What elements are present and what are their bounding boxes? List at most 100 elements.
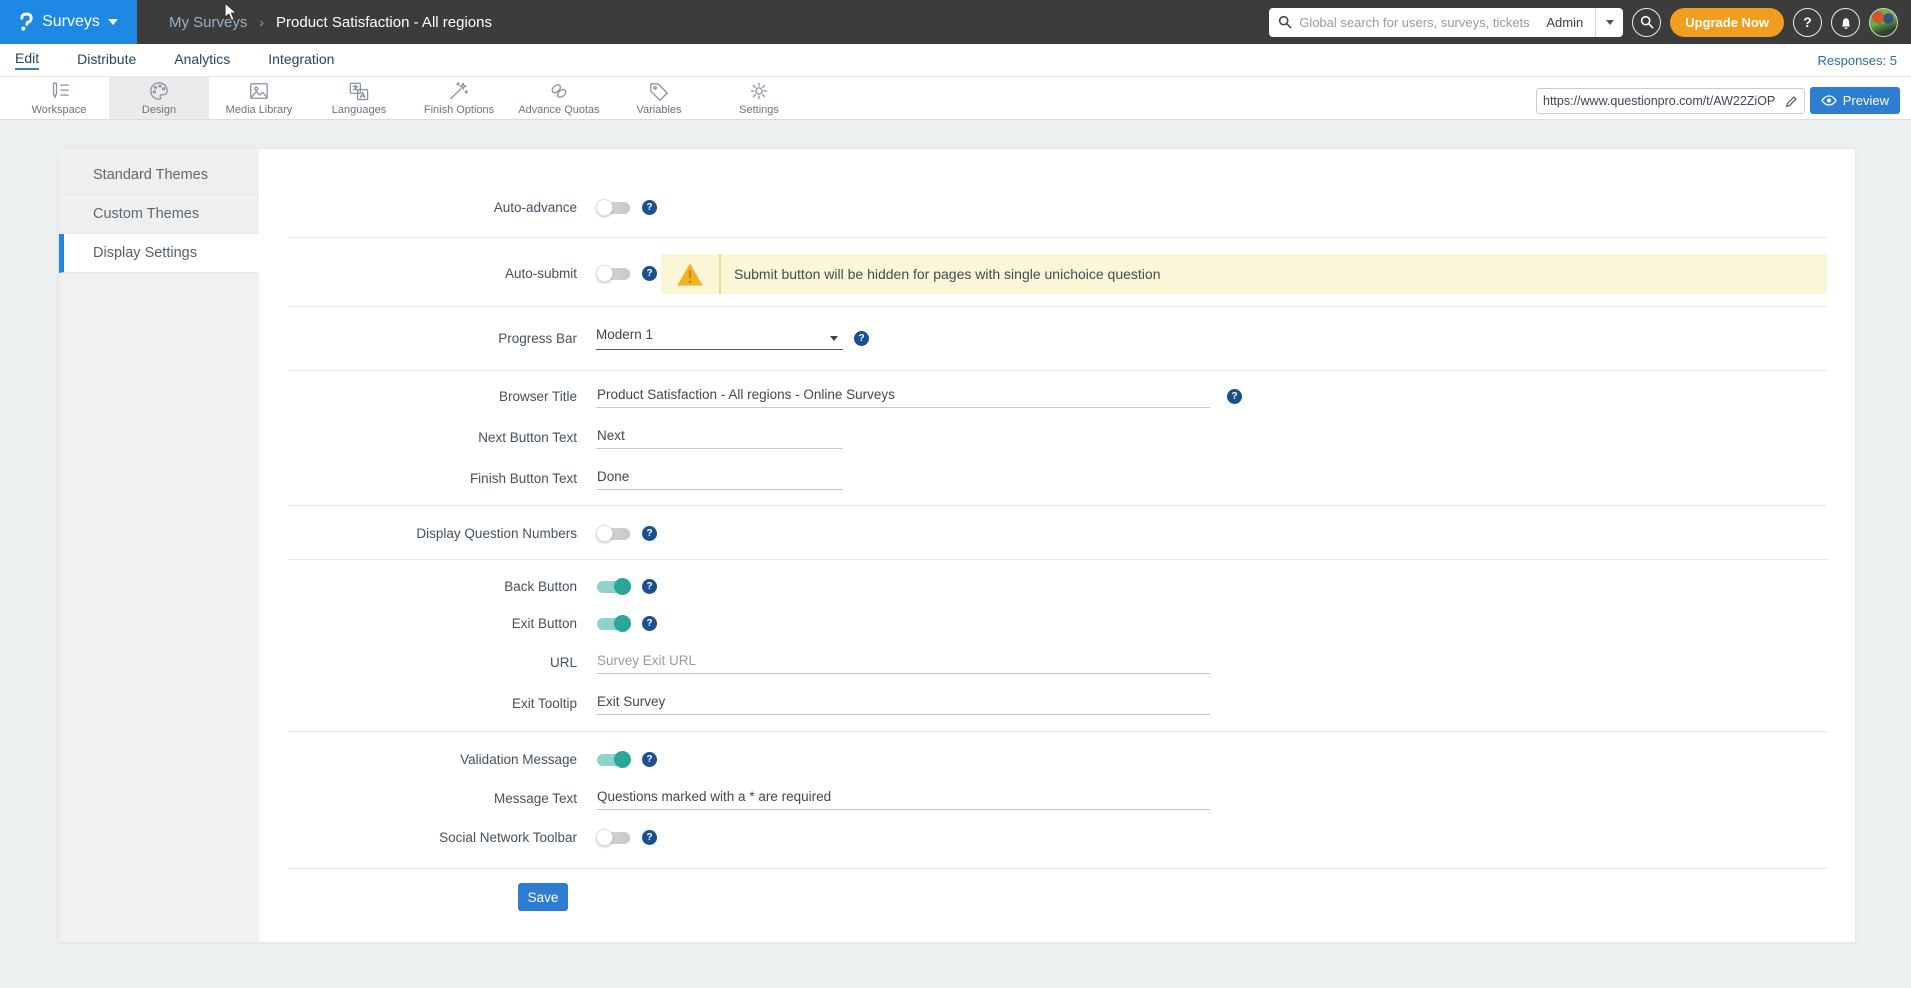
upgrade-now-button[interactable]: Upgrade Now bbox=[1670, 8, 1784, 37]
search-scope-label[interactable]: Admin bbox=[1540, 15, 1595, 30]
section-divider bbox=[288, 731, 1827, 732]
sidebar-item-display-settings[interactable]: Display Settings bbox=[59, 234, 259, 273]
search-scope-dropdown[interactable] bbox=[1595, 8, 1623, 37]
edit-pencil-icon[interactable] bbox=[1785, 95, 1798, 108]
save-button[interactable]: Save bbox=[518, 883, 568, 911]
tab-analytics[interactable]: Analytics bbox=[174, 51, 230, 69]
field-label: Progress Bar bbox=[259, 331, 577, 346]
warning-triangle-icon bbox=[676, 262, 704, 287]
notifications-button[interactable] bbox=[1831, 8, 1860, 37]
progress-bar-select[interactable]: Modern 1 bbox=[596, 327, 843, 350]
toolbar-label: Advance Quotas bbox=[518, 104, 599, 116]
bell-icon bbox=[1839, 15, 1853, 30]
field-label: Auto-submit bbox=[259, 266, 577, 281]
row-next-button-text: Next Button Text bbox=[259, 423, 1855, 451]
toolbar-label: Media Library bbox=[226, 104, 293, 116]
display-question-numbers-toggle[interactable] bbox=[596, 525, 631, 542]
section-divider bbox=[288, 505, 1827, 506]
finish-button-text-input[interactable] bbox=[596, 467, 843, 490]
row-browser-title: Browser Title ? bbox=[259, 382, 1855, 410]
help-icon[interactable]: ? bbox=[642, 266, 657, 281]
toolbar-settings[interactable]: Settings bbox=[709, 77, 809, 119]
row-auto-advance: Auto-advance ? bbox=[259, 193, 1855, 221]
help-icon[interactable]: ? bbox=[642, 830, 657, 845]
toolbar-label: Variables bbox=[636, 104, 681, 116]
breadcrumb-my-surveys[interactable]: My Surveys bbox=[169, 14, 247, 31]
search-submit-button[interactable] bbox=[1632, 8, 1661, 37]
row-validation-message: Validation Message ? bbox=[259, 745, 1855, 773]
back-button-toggle[interactable] bbox=[596, 578, 631, 595]
section-divider bbox=[288, 306, 1827, 307]
toolbar-media-library[interactable]: Media Library bbox=[209, 77, 309, 119]
field-label: Next Button Text bbox=[259, 430, 577, 445]
search-icon bbox=[1640, 15, 1654, 29]
workspace-icon bbox=[48, 81, 70, 101]
preview-label: Preview bbox=[1843, 93, 1889, 108]
help-icon[interactable]: ? bbox=[642, 616, 657, 631]
global-search-box: Admin bbox=[1269, 8, 1623, 37]
display-settings-card: Standard Themes Custom Themes Display Se… bbox=[58, 148, 1856, 943]
toolbar-languages[interactable]: Languages bbox=[309, 77, 409, 119]
breadcrumb: My Surveys › Product Satisfaction - All … bbox=[169, 14, 492, 31]
display-settings-form: Auto-advance ? Auto-submit ? S bbox=[259, 149, 1855, 942]
toolbar-design[interactable]: Design bbox=[109, 77, 209, 119]
gear-icon bbox=[748, 81, 770, 101]
help-icon[interactable]: ? bbox=[642, 526, 657, 541]
message-text-input[interactable] bbox=[596, 787, 1210, 810]
toolbar-label: Finish Options bbox=[424, 104, 494, 116]
toolbar-advance-quotas[interactable]: Advance Quotas bbox=[509, 77, 609, 119]
field-label: Exit Tooltip bbox=[259, 696, 577, 711]
toolbar-label: Workspace bbox=[32, 104, 87, 116]
tab-distribute[interactable]: Distribute bbox=[77, 51, 136, 69]
next-button-text-input[interactable] bbox=[596, 426, 843, 449]
toolbar-variables[interactable]: Variables bbox=[609, 77, 709, 119]
field-label: Validation Message bbox=[259, 752, 577, 767]
tag-icon bbox=[648, 81, 670, 101]
section-divider bbox=[288, 559, 1827, 560]
help-button[interactable]: ? bbox=[1793, 8, 1822, 37]
tab-edit[interactable]: Edit bbox=[15, 50, 39, 70]
warning-message: Submit button will be hidden for pages w… bbox=[734, 266, 1161, 282]
user-avatar[interactable] bbox=[1869, 8, 1898, 37]
responses-count[interactable]: Responses: 5 bbox=[1818, 53, 1898, 68]
social-network-toolbar-toggle[interactable] bbox=[596, 829, 631, 846]
row-finish-button-text: Finish Button Text bbox=[259, 464, 1855, 492]
toolbar-workspace[interactable]: Workspace bbox=[9, 77, 109, 119]
sidebar-item-standard-themes[interactable]: Standard Themes bbox=[59, 156, 259, 195]
toolbar-finish-options[interactable]: Finish Options bbox=[409, 77, 509, 119]
auto-submit-toggle[interactable] bbox=[596, 265, 631, 282]
preview-button[interactable]: Preview bbox=[1810, 87, 1900, 114]
help-icon[interactable]: ? bbox=[642, 579, 657, 594]
toolbar-label: Design bbox=[142, 104, 176, 116]
help-icon[interactable]: ? bbox=[854, 331, 869, 346]
sidebar-item-custom-themes[interactable]: Custom Themes bbox=[59, 195, 259, 234]
global-search-input[interactable] bbox=[1299, 15, 1540, 30]
top-header: Surveys My Surveys › Product Satisfactio… bbox=[0, 0, 1911, 44]
image-icon bbox=[248, 81, 270, 101]
survey-nav: Edit Distribute Analytics Integration Re… bbox=[0, 44, 1911, 76]
help-icon[interactable]: ? bbox=[642, 752, 657, 767]
exit-tooltip-input[interactable] bbox=[596, 692, 1210, 715]
eye-icon bbox=[1821, 95, 1837, 106]
auto-submit-warning: Submit button will be hidden for pages w… bbox=[661, 254, 1827, 294]
auto-advance-toggle[interactable] bbox=[596, 199, 631, 216]
translate-icon bbox=[348, 81, 370, 101]
help-icon[interactable]: ? bbox=[642, 200, 657, 215]
design-palette-icon bbox=[148, 81, 170, 101]
exit-button-toggle[interactable] bbox=[596, 615, 631, 632]
breadcrumb-survey-title: Product Satisfaction - All regions bbox=[276, 14, 492, 31]
validation-message-toggle[interactable] bbox=[596, 751, 631, 768]
edit-toolbar: Workspace Design Media Library Languages… bbox=[0, 76, 1911, 120]
tab-integration[interactable]: Integration bbox=[268, 51, 334, 69]
row-exit-url: URL bbox=[259, 648, 1855, 676]
field-label: Display Question Numbers bbox=[259, 526, 577, 541]
field-label: Browser Title bbox=[259, 389, 577, 404]
exit-url-input[interactable] bbox=[596, 651, 1210, 674]
help-icon[interactable]: ? bbox=[1227, 389, 1242, 404]
browser-title-input[interactable] bbox=[596, 385, 1210, 408]
section-divider bbox=[288, 868, 1827, 869]
field-label: Auto-advance bbox=[259, 200, 577, 215]
survey-url-input[interactable] bbox=[1543, 94, 1785, 108]
surveys-menu-button[interactable]: Surveys bbox=[0, 0, 137, 44]
breadcrumb-separator: › bbox=[259, 14, 264, 30]
